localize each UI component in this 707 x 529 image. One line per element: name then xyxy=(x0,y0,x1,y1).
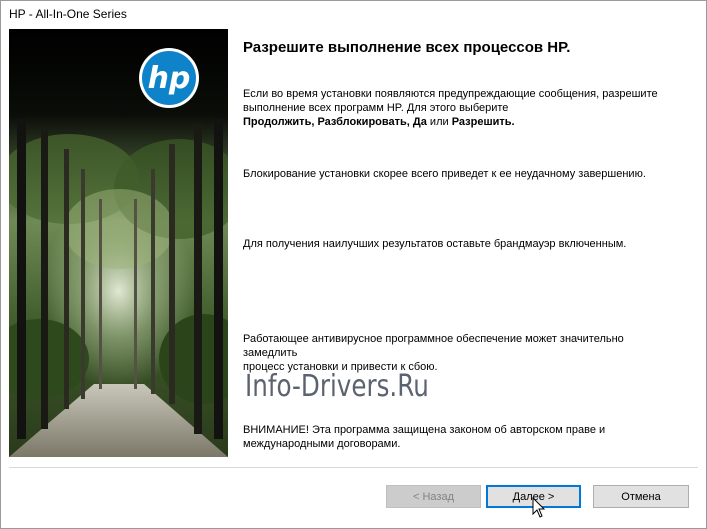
site-watermark: Info-Drivers.Ru xyxy=(245,369,429,404)
paragraph-firewall: Для получения наилучших результатов оста… xyxy=(243,238,627,250)
option-yes: Да xyxy=(412,116,427,128)
option-continue: Продолжить xyxy=(243,116,312,128)
paragraph-copyright-notice: ВНИМАНИЕ! Эта программа защищена законом… xyxy=(243,423,673,451)
option-or-text: или xyxy=(429,116,449,128)
installer-window: HP - All-In-One Series hp Разрешите выпо… xyxy=(0,0,707,529)
options-line: Продолжить, Разблокировать, Да или Разре… xyxy=(243,116,515,128)
window-title: HP - All-In-One Series xyxy=(9,7,127,21)
back-button[interactable]: < Назад xyxy=(386,485,481,508)
paragraph-antivirus: Работающее антивирусное программное обес… xyxy=(243,332,673,374)
mouse-pointer-icon xyxy=(532,496,546,524)
paragraph-line: Если во время установки появляются преду… xyxy=(243,88,658,100)
footer-divider xyxy=(9,467,698,468)
option-unblock: Разблокировать xyxy=(317,116,407,128)
title-bar[interactable]: HP - All-In-One Series xyxy=(1,1,706,29)
option-allow: Разрешить xyxy=(451,116,512,128)
hp-logo-text: hp xyxy=(148,61,191,96)
paragraph-allow-processes: Если во время установки появляются преду… xyxy=(243,87,673,129)
paragraph-blocking-warning: Блокирование установки скорее всего прив… xyxy=(243,168,646,180)
paragraph-line: Работающее антивирусное программное обес… xyxy=(243,333,624,359)
paragraph-line: ВНИМАНИЕ! Эта программа защищена законом… xyxy=(243,424,606,436)
paragraph-line: выполнение всех программ HP. Для этого в… xyxy=(243,102,509,114)
side-banner-image: hp xyxy=(9,29,228,457)
paragraph-line: международными договорами. xyxy=(243,438,401,450)
page-heading: Разрешите выполнение всех процессов HP. xyxy=(243,39,571,56)
hp-logo: hp xyxy=(138,47,200,109)
cancel-button[interactable]: Отмена xyxy=(593,485,689,508)
